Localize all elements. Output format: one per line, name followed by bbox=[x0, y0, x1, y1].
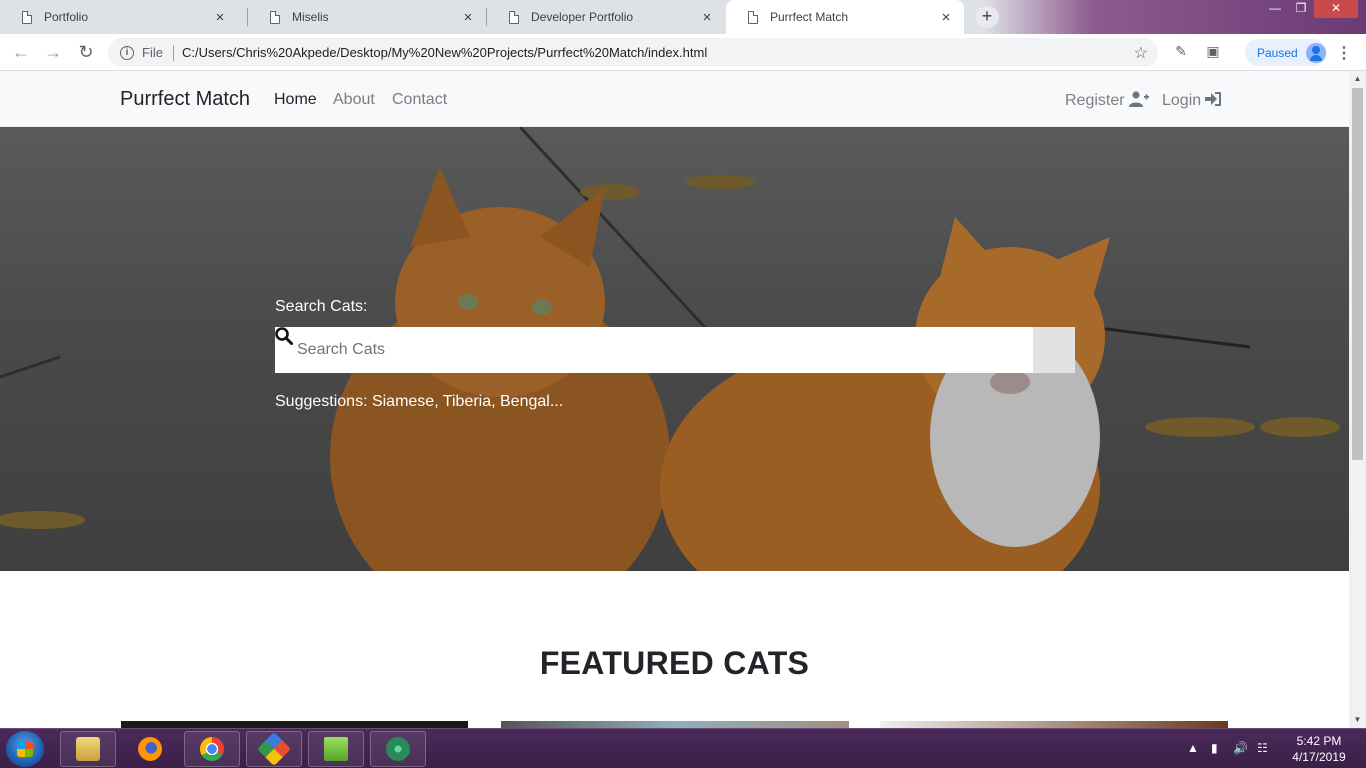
window-close-icon[interactable]: ✕ bbox=[1314, 0, 1358, 18]
nav-about[interactable]: About bbox=[333, 91, 375, 109]
avatar-icon bbox=[1305, 42, 1326, 63]
tab-title: Portfolio bbox=[44, 10, 89, 24]
maximize-icon[interactable]: ❐ bbox=[1288, 0, 1314, 18]
menu-icon[interactable]: ⋮ bbox=[1336, 43, 1352, 63]
scroll-down-icon[interactable]: ▼ bbox=[1349, 712, 1366, 728]
window-controls: — ❐ ✕ bbox=[1262, 0, 1358, 18]
search-suggestions: Suggestions: Siamese, Tiberia, Bengal... bbox=[275, 393, 564, 410]
nav-contact[interactable]: Contact bbox=[392, 91, 447, 109]
featured-cat-card[interactable] bbox=[501, 721, 849, 728]
divider bbox=[172, 44, 174, 61]
search-icon bbox=[275, 327, 293, 345]
search-form bbox=[275, 327, 1075, 373]
page-icon bbox=[748, 10, 758, 24]
profile-status: Paused bbox=[1257, 45, 1298, 60]
notepad-plus-plus-icon[interactable] bbox=[308, 731, 364, 767]
register-label: Register bbox=[1065, 92, 1125, 109]
browser-tab-strip: Portfolio × Miselis × Developer Portfoli… bbox=[0, 0, 1366, 34]
close-icon[interactable]: × bbox=[699, 9, 715, 26]
user-plus-icon bbox=[1128, 91, 1149, 111]
page-icon bbox=[270, 10, 280, 24]
file-explorer-icon[interactable] bbox=[60, 731, 116, 767]
search-input[interactable] bbox=[275, 327, 1033, 373]
windows-taskbar: ▲ ▮ 🔊 ☷ 5:42 PM 4/17/2019 bbox=[0, 728, 1366, 768]
volume-icon[interactable]: 🔊 bbox=[1233, 741, 1248, 755]
show-hidden-icons-icon[interactable]: ▲ bbox=[1187, 741, 1199, 755]
sign-in-icon bbox=[1205, 91, 1223, 111]
address-bar[interactable]: i File C:/Users/Chris%20Akpede/Desktop/M… bbox=[108, 38, 1158, 67]
close-icon[interactable]: × bbox=[212, 9, 228, 26]
featured-cats-heading: FEATURED CATS bbox=[539, 645, 810, 681]
profile-button[interactable]: Paused bbox=[1245, 39, 1327, 66]
tab-title: Miselis bbox=[292, 10, 329, 24]
forward-icon[interactable]: → bbox=[41, 41, 65, 65]
clock-time: 5:42 PM bbox=[1296, 734, 1342, 748]
git-icon[interactable] bbox=[246, 731, 302, 767]
page-icon bbox=[509, 10, 519, 24]
register-link[interactable]: Register bbox=[1065, 91, 1149, 111]
page-viewport: Purrfect Match Home About Contact Regist… bbox=[0, 71, 1349, 728]
url-text[interactable]: C:/Users/Chris%20Akpede/Desktop/My%20New… bbox=[182, 45, 1134, 60]
tab-portfolio[interactable]: Portfolio × bbox=[0, 0, 238, 34]
chrome-icon[interactable] bbox=[184, 731, 240, 767]
scrollbar-thumb[interactable] bbox=[1352, 88, 1363, 460]
close-icon[interactable]: × bbox=[938, 9, 954, 26]
system-clock[interactable]: 5:42 PM 4/17/2019 bbox=[1284, 733, 1354, 765]
network-icon[interactable]: ☷ bbox=[1257, 741, 1268, 755]
hero-section: Search Cats: Suggestions: Siamese, Tiber… bbox=[0, 127, 1349, 571]
scroll-up-icon[interactable]: ▲ bbox=[1349, 71, 1366, 87]
start-button[interactable] bbox=[6, 731, 44, 767]
back-icon[interactable]: ← bbox=[9, 41, 33, 65]
close-icon[interactable]: × bbox=[460, 9, 476, 26]
camera-icon[interactable]: ▣ bbox=[1204, 43, 1222, 61]
browser-toolbar: ← → ↻ i File C:/Users/Chris%20Akpede/Des… bbox=[0, 34, 1366, 71]
site-navbar: Purrfect Match Home About Contact Regist… bbox=[0, 71, 1349, 127]
eyedropper-icon[interactable]: ✎ bbox=[1172, 43, 1190, 61]
nav-home[interactable]: Home bbox=[274, 91, 317, 109]
url-scheme: File bbox=[142, 45, 163, 60]
page-scrollbar[interactable]: ▲ ▼ bbox=[1349, 71, 1366, 728]
tab-purrfect-match[interactable]: Purrfect Match × bbox=[726, 0, 964, 34]
battery-icon[interactable]: ▮ bbox=[1211, 741, 1218, 755]
tab-title: Developer Portfolio bbox=[531, 10, 634, 24]
firefox-icon[interactable] bbox=[122, 731, 178, 767]
featured-cat-card[interactable] bbox=[880, 721, 1228, 728]
tab-developer-portfolio[interactable]: Developer Portfolio × bbox=[487, 0, 725, 34]
search-button[interactable] bbox=[275, 327, 1075, 373]
new-tab-button[interactable]: + bbox=[975, 6, 999, 28]
search-label: Search Cats: bbox=[275, 298, 368, 315]
bookmark-star-icon[interactable]: ☆ bbox=[1134, 43, 1148, 63]
atom-icon[interactable] bbox=[370, 731, 426, 767]
page-icon bbox=[22, 10, 32, 24]
login-label: Login bbox=[1162, 92, 1202, 109]
tab-title: Purrfect Match bbox=[770, 10, 849, 24]
featured-cat-card[interactable] bbox=[121, 721, 468, 728]
reload-icon[interactable]: ↻ bbox=[74, 41, 98, 65]
clock-date: 4/17/2019 bbox=[1292, 750, 1346, 764]
minimize-icon[interactable]: — bbox=[1262, 0, 1288, 18]
info-icon[interactable]: i bbox=[120, 45, 134, 60]
login-link[interactable]: Login bbox=[1162, 91, 1223, 111]
brand-logo[interactable]: Purrfect Match bbox=[120, 88, 250, 111]
tab-miselis[interactable]: Miselis × bbox=[248, 0, 486, 34]
